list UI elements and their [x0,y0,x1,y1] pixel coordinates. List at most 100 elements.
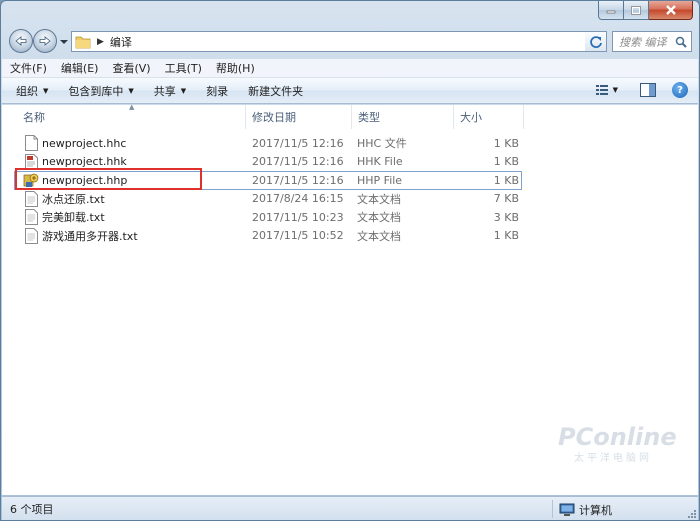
forward-button[interactable] [33,29,57,53]
minimize-button[interactable] [598,1,624,20]
address-row: ▶ 编译 搜索 编译 [9,29,692,55]
column-header-name[interactable]: ▲ 名称 [2,103,246,129]
share-label: 共享 [153,84,176,98]
table-row[interactable]: 游戏通用多开器.txt 2017/11/5 10:52 文本文档 1 KB [2,227,698,246]
organize-label: 组织 [16,84,38,98]
file-name: 完美卸载.txt [42,211,105,225]
file-type: HHP File [357,173,403,187]
file-name: newproject.hhk [42,155,127,169]
pconline-watermark-logo: PConline 太平洋电脑网 [558,423,677,464]
file-size: 7 KB [493,192,519,206]
new-folder-button[interactable]: 新建文件夹 [248,83,303,99]
sort-ascending-icon: ▲ [129,103,135,111]
minimize-icon [606,10,616,14]
column-type-label: 类型 [358,111,380,124]
column-header-size[interactable]: 大小 [454,105,524,129]
computer-icon [559,503,575,516]
menu-help[interactable]: 帮助(H) [216,60,255,76]
column-name-label: 名称 [23,111,45,124]
include-in-library-button[interactable]: 包含到库中 ▼ [68,83,133,99]
file-type: 文本文档 [357,192,401,206]
organize-button[interactable]: 组织 ▼ [16,83,48,99]
column-header-type[interactable]: 类型 [352,105,454,129]
table-row[interactable]: newproject.hhc 2017/11/5 12:16 HHC 文件 1 … [2,134,698,153]
maximize-icon [631,5,641,15]
file-name: 游戏通用多开器.txt [42,229,138,243]
preview-pane-icon[interactable] [640,83,656,97]
status-divider [552,500,553,518]
arrow-right-icon [39,36,51,46]
address-bar[interactable]: ▶ 编译 [71,31,607,52]
view-list-icon [595,85,608,95]
file-size: 1 KB [493,173,519,187]
search-icon[interactable] [675,36,687,48]
resize-grip-icon[interactable] [686,508,696,518]
file-type: HHK File [357,155,403,169]
breadcrumb[interactable]: 编译 [110,34,132,50]
command-bar: 组织 ▼ 包含到库中 ▼ 共享 ▼ 刻录 新建文件夹 ▼ ? [2,78,698,104]
status-bar: 6 个项目 计算机 [2,496,698,520]
arrow-left-icon [15,36,27,46]
column-header-date[interactable]: 修改日期 [246,105,352,129]
text-file-icon [25,227,38,244]
file-type: 文本文档 [357,229,401,243]
explorer-window: ▶ 编译 搜索 编译 文件(F) 编辑(E) 查看(V) 工具(T) 帮助(H)… [0,0,700,521]
maximize-button[interactable] [624,1,649,20]
burn-label: 刻录 [206,84,229,98]
include-library-label: 包含到库中 [68,84,124,98]
file-size: 1 KB [493,136,519,150]
location-label: 计算机 [579,504,612,517]
status-location: 计算机 [559,502,612,518]
file-list[interactable]: ▲ 名称 修改日期 类型 大小 newproject.hhc 2017/11/5… [2,103,698,495]
breadcrumb-arrow-icon[interactable]: ▶ [97,37,104,47]
file-type: HHC 文件 [357,137,407,151]
dropdown-arrow-icon: ▼ [128,86,134,95]
file-date: 2017/8/24 16:15 [252,192,344,206]
burn-button[interactable]: 刻录 [206,83,228,99]
command-bar-right: ▼ ? [595,82,688,98]
close-icon [665,5,676,15]
change-view-button[interactable]: ▼ [595,84,618,96]
menu-view[interactable]: 查看(V) [112,60,150,76]
column-headers: ▲ 名称 修改日期 类型 大小 [2,103,698,129]
watermark-brand: PConline [558,423,677,451]
dropdown-arrow-icon: ▼ [180,86,187,95]
column-date-label: 修改日期 [252,111,296,124]
file-type: 文本文档 [357,211,401,225]
menu-tools[interactable]: 工具(T) [165,60,202,76]
dropdown-arrow-icon: ▼ [43,86,49,95]
file-size: 1 KB [493,155,519,169]
refresh-button[interactable] [585,31,607,52]
file-date: 2017/11/5 12:16 [252,173,344,187]
close-button[interactable] [649,1,693,20]
back-button[interactable] [9,29,33,53]
new-folder-label: 新建文件夹 [248,84,304,98]
file-size: 3 KB [493,210,519,224]
folder-icon [75,36,91,48]
recent-pages-icon[interactable] [59,37,69,47]
document-icon [25,135,38,151]
file-name: newproject.hhc [42,136,127,150]
file-date: 2017/11/5 12:16 [252,136,344,150]
text-file-icon [25,209,38,225]
search-input[interactable]: 搜索 编译 [612,31,692,52]
dropdown-arrow-icon[interactable]: ▼ [613,86,618,94]
refresh-icon [589,35,602,48]
file-date: 2017/11/5 10:52 [252,229,344,243]
help-icon[interactable]: ? [672,82,688,98]
file-size: 1 KB [493,229,519,243]
table-row[interactable]: 冰点还原.txt 2017/8/24 16:15 文本文档 7 KB [2,190,698,209]
highlight-annotation [15,168,202,190]
table-row[interactable]: 完美卸载.txt 2017/11/5 10:23 文本文档 3 KB [2,208,698,227]
search-placeholder: 搜索 编译 [619,35,667,49]
menu-edit[interactable]: 编辑(E) [61,60,99,76]
column-size-label: 大小 [460,111,482,124]
file-date: 2017/11/5 10:23 [252,210,344,224]
text-file-icon [25,190,38,207]
menu-bar: 文件(F) 编辑(E) 查看(V) 工具(T) 帮助(H) [2,59,698,78]
watermark-sub: 太平洋电脑网 [574,451,652,464]
file-name: 冰点还原.txt [42,192,105,206]
share-button[interactable]: 共享 ▼ [154,83,186,99]
caption-buttons [598,1,693,21]
menu-file[interactable]: 文件(F) [10,60,47,76]
